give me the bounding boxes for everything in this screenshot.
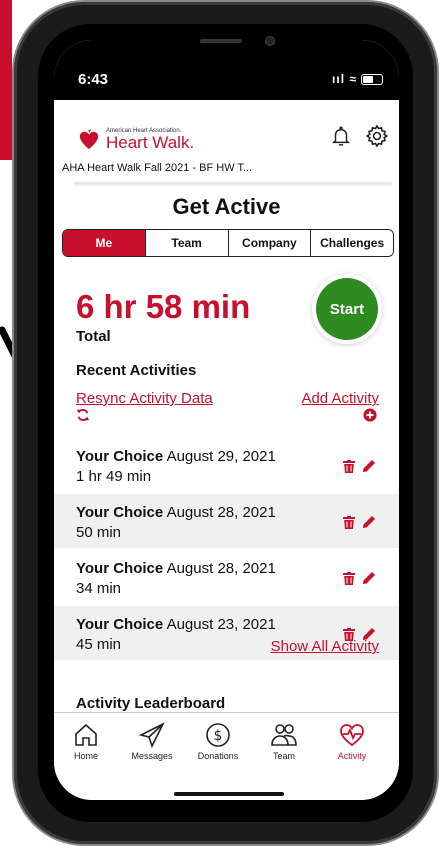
pencil-icon[interactable]	[362, 515, 376, 529]
brand-line2: Heart Walk.	[106, 133, 195, 152]
activity-duration: 1 hr 49 min	[76, 468, 152, 485]
battery-icon	[361, 74, 383, 86]
nav-label: Activity	[337, 751, 367, 761]
nav-label: Donations	[197, 751, 239, 761]
speaker-grille	[200, 39, 242, 43]
activity-leaderboard-title: Activity Leaderboard	[76, 695, 226, 712]
dollar-icon: $	[206, 723, 230, 747]
nav-home[interactable]: Home	[56, 721, 116, 761]
activity-duration: 50 min	[76, 524, 122, 541]
list-item[interactable]: Your Choice August 28, 2021 50 min	[54, 494, 399, 548]
status-time: 6:43	[78, 71, 109, 88]
activity-date: August 29, 2021	[166, 448, 276, 465]
tab-me[interactable]: Me	[63, 230, 146, 256]
nav-label: Home	[73, 751, 98, 761]
header-divider	[74, 182, 392, 184]
resync-activity-link[interactable]: Resync Activity Data	[76, 390, 213, 407]
nav-messages[interactable]: Messages	[122, 721, 182, 761]
tab-challenges[interactable]: Challenges	[311, 230, 393, 256]
svg-text:$: $	[214, 728, 223, 744]
list-item[interactable]: Your Choice August 28, 2021 34 min	[54, 550, 399, 604]
gear-icon[interactable]	[365, 124, 389, 148]
event-name[interactable]: AHA Heart Walk Fall 2021 - BF HW T...	[62, 162, 252, 174]
front-camera	[266, 37, 274, 45]
system-icons: ııl ≈	[332, 72, 383, 86]
home-icon	[75, 723, 97, 746]
recent-activities-title: Recent Activities	[76, 362, 197, 379]
trash-icon[interactable]	[343, 460, 355, 473]
tab-bar: Me Team Company Challenges	[62, 229, 394, 257]
trash-icon[interactable]	[343, 572, 355, 585]
plus-circle-icon[interactable]	[363, 408, 377, 422]
nav-activity[interactable]: Activity	[322, 721, 382, 761]
activity-type: Your Choice	[76, 616, 164, 633]
heart-torch-icon	[79, 129, 99, 150]
activity-type: Your Choice	[76, 504, 164, 521]
tab-team[interactable]: Team	[145, 230, 229, 256]
activity-type: Your Choice	[76, 448, 164, 465]
activity-duration: 34 min	[76, 580, 122, 597]
activity-date: August 28, 2021	[166, 504, 276, 521]
paper-plane-icon	[138, 722, 165, 749]
activity-duration: 45 min	[76, 636, 122, 653]
activity-date: August 28, 2021	[166, 560, 276, 577]
pencil-icon[interactable]	[362, 459, 376, 473]
nav-label: Team	[272, 751, 295, 761]
nav-donations[interactable]: $ Donations	[188, 721, 248, 761]
team-icon	[271, 724, 297, 746]
add-activity-link[interactable]: Add Activity	[301, 390, 379, 407]
nav-label: Messages	[131, 751, 173, 761]
show-all-activity-link[interactable]: Show All Activity	[271, 638, 379, 655]
total-label: Total	[76, 328, 111, 345]
wifi-icon: ≈	[349, 72, 357, 86]
start-button[interactable]: Start	[316, 278, 378, 340]
trash-icon[interactable]	[343, 516, 355, 529]
signal-icon: ııl	[332, 72, 346, 86]
total-time: 6 hr 58 min	[76, 288, 251, 325]
page-title: Get Active	[172, 194, 281, 219]
heartbeat-icon	[340, 724, 364, 747]
bottom-nav: Home Messages $ Donations Team Activity	[54, 713, 399, 800]
tab-company[interactable]: Company	[228, 230, 312, 256]
heart-walk-logo: American Heart Association. Heart Walk.	[78, 128, 194, 152]
pencil-icon[interactable]	[362, 571, 376, 585]
activity-type: Your Choice	[76, 560, 164, 577]
app-screen: 6:43 ııl ≈ American Heart Association. H…	[54, 40, 399, 800]
sync-icon[interactable]	[76, 408, 90, 422]
activity-date: August 23, 2021	[166, 616, 276, 633]
home-indicator	[174, 792, 284, 796]
nav-team[interactable]: Team	[254, 721, 314, 761]
bell-icon[interactable]	[330, 124, 352, 148]
list-item[interactable]: Your Choice August 29, 2021 1 hr 49 min	[54, 438, 399, 492]
